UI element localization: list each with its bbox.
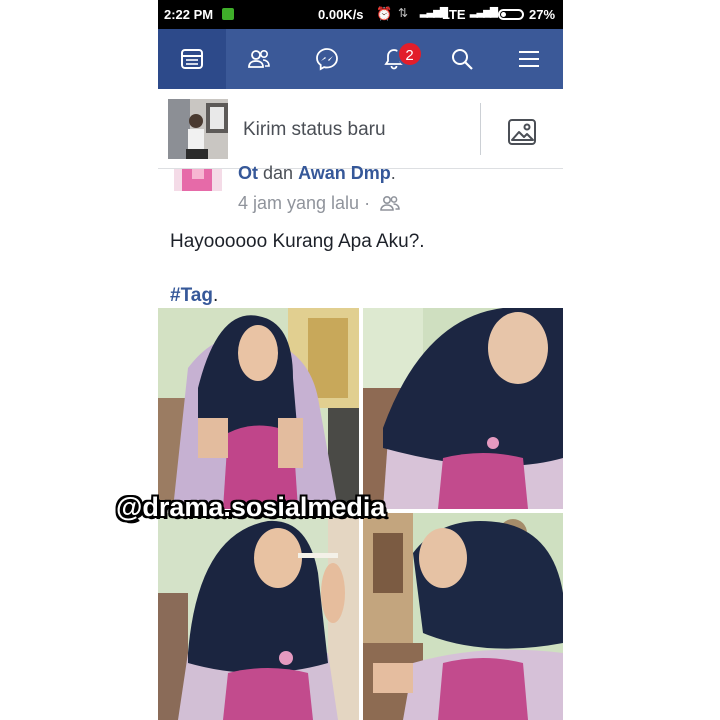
newsfeed-icon <box>180 49 203 69</box>
hashtag-link[interactable]: #Tag <box>170 285 213 306</box>
hamburger-icon <box>519 51 540 67</box>
meta-separator: · <box>364 193 371 213</box>
notification-count-badge: 2 <box>396 41 423 67</box>
post-timestamp[interactable]: 4 jam yang lalu <box>238 193 359 213</box>
friends-icon <box>380 195 400 211</box>
status-composer: Kirim status baru <box>158 89 563 169</box>
hashtag-suffix: . <box>212 285 219 306</box>
tab-notifications[interactable]: 2 <box>361 29 429 89</box>
top-navigation-bar: 2 <box>158 29 563 89</box>
friends-icon <box>248 50 271 68</box>
data-transfer-icon: ⇅ <box>398 6 409 20</box>
add-photo-button[interactable] <box>505 114 539 148</box>
post-participants: Ot dan Awan Dmp. <box>238 163 396 183</box>
tab-news-feed[interactable] <box>158 29 226 89</box>
watermark-text: @drama.sosialmedia <box>116 492 386 522</box>
post-meta: 4 jam yang lalu · <box>238 193 401 214</box>
tab-menu[interactable] <box>496 29 564 89</box>
author-name-link[interactable]: Ot <box>238 163 258 183</box>
search-icon <box>451 49 473 70</box>
tagged-name-link[interactable]: Awan Dmp <box>298 163 391 183</box>
status-time: 2:22 PM <box>164 7 214 22</box>
alarm-icon: ⏰ <box>376 6 393 21</box>
signal-strength-icon-2: ▂▃▅▇ <box>470 7 498 18</box>
tab-friend-requests[interactable] <box>226 29 294 89</box>
compose-status-input[interactable]: Kirim status baru <box>243 119 386 141</box>
feed-post: Ot dan Awan Dmp. 4 jam yang lalu · Hayoo… <box>158 163 563 720</box>
post-photo-4[interactable] <box>363 513 563 720</box>
post-message: Hayoooooo Kurang Apa Aku?. <box>170 231 425 252</box>
post-photo-1[interactable] <box>158 308 359 509</box>
sim-indicator-icon <box>222 8 234 20</box>
tab-search[interactable] <box>428 29 496 89</box>
post-author-avatar[interactable] <box>174 169 222 191</box>
facebook-app-screen: 2:22 PM 0.00K/s ⏰ ⇅ ▂▃▅▇ LTE ▂▃▅▇ 27% 2 … <box>158 0 563 720</box>
battery-level-fill <box>501 12 506 17</box>
user-avatar[interactable] <box>168 99 228 159</box>
network-type: LTE <box>442 7 466 22</box>
tab-messenger[interactable] <box>293 29 361 89</box>
messenger-icon <box>315 48 338 71</box>
post-photo-2[interactable] <box>363 308 563 509</box>
battery-percent: 27% <box>529 7 556 22</box>
post-hashtag-line: #Tag. <box>170 285 218 307</box>
post-photo-3[interactable] <box>158 513 359 720</box>
battery-icon <box>498 9 524 20</box>
photo-icon <box>508 119 536 145</box>
connector-text: dan <box>263 163 294 183</box>
status-bar: 2:22 PM 0.00K/s ⏰ ⇅ ▂▃▅▇ LTE ▂▃▅▇ 27% <box>158 0 563 29</box>
composer-divider <box>480 103 481 155</box>
network-speed: 0.00K/s <box>318 7 364 22</box>
